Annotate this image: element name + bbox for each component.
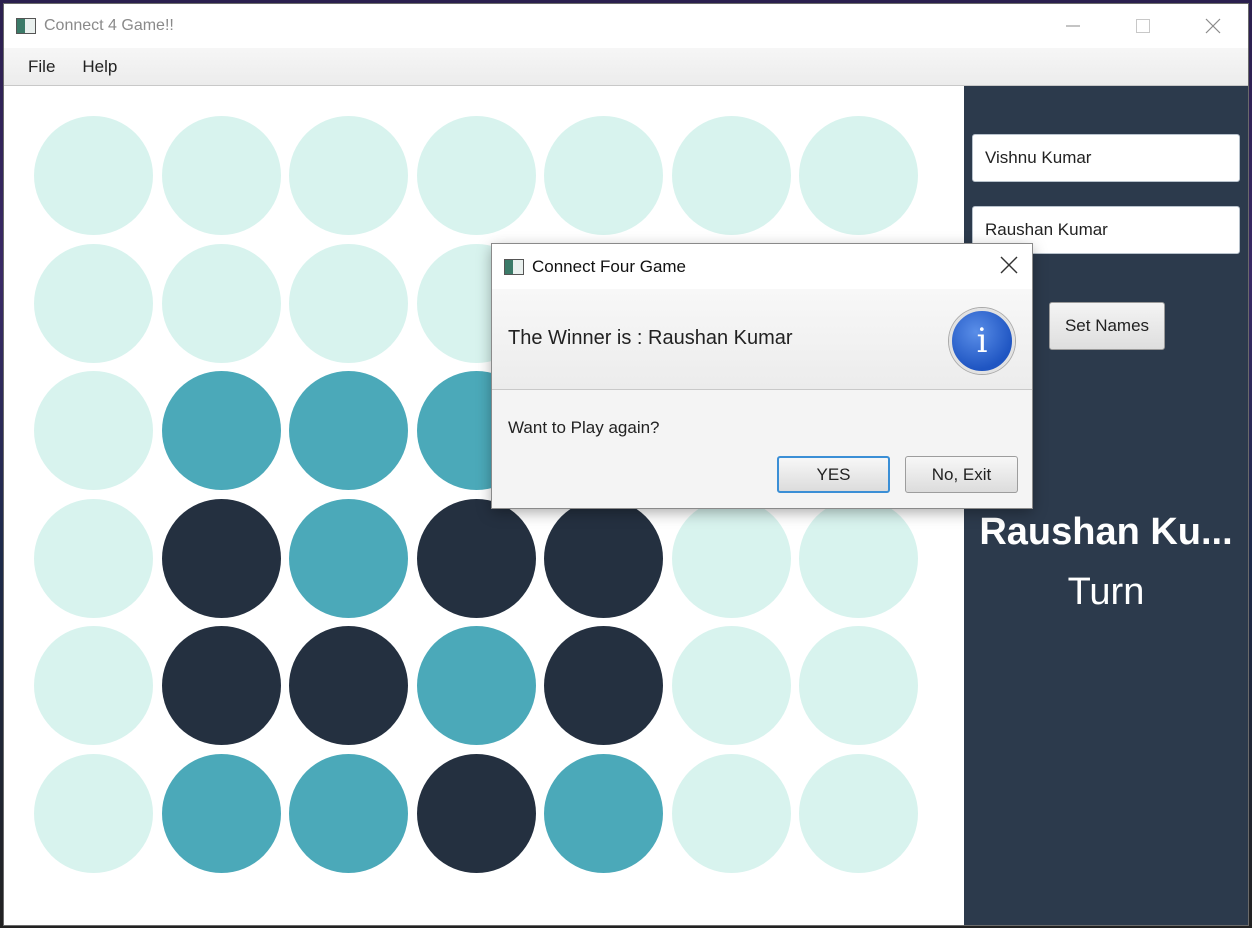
dialog-app-icon xyxy=(504,258,524,275)
empty-slot[interactable] xyxy=(34,626,153,745)
close-icon xyxy=(1000,256,1018,274)
dialog-close-button[interactable] xyxy=(1000,254,1018,280)
player-two-disc[interactable] xyxy=(161,753,281,873)
empty-slot[interactable] xyxy=(34,116,153,235)
player-one-disc[interactable] xyxy=(289,626,408,745)
dialog-titlebar: Connect Four Game xyxy=(492,244,1032,289)
empty-slot[interactable] xyxy=(289,243,408,363)
empty-slot[interactable] xyxy=(416,116,536,235)
player-one-disc[interactable] xyxy=(161,498,281,618)
player-two-disc[interactable] xyxy=(289,753,408,873)
close-icon xyxy=(1205,18,1221,34)
winner-dialog: Connect Four Game The Winner is : Rausha… xyxy=(492,244,1032,508)
no-exit-button[interactable]: No, Exit xyxy=(905,456,1018,493)
turn-label: Turn xyxy=(1067,571,1145,613)
empty-slot[interactable] xyxy=(671,753,791,873)
empty-slot[interactable] xyxy=(671,626,791,745)
empty-slot[interactable] xyxy=(799,498,918,618)
menu-bar: File Help xyxy=(4,48,1248,86)
player-one-disc[interactable] xyxy=(416,498,536,618)
winner-message: The Winner is : Raushan Kumar xyxy=(508,327,793,349)
window-titlebar: Connect 4 Game!! xyxy=(4,4,1248,48)
minimize-button[interactable] xyxy=(1038,4,1108,48)
empty-slot[interactable] xyxy=(34,371,153,490)
minimize-icon xyxy=(1066,25,1080,27)
dialog-header: The Winner is : Raushan Kumar i xyxy=(492,289,1032,390)
empty-slot[interactable] xyxy=(544,116,663,235)
app-icon xyxy=(16,18,36,34)
empty-slot[interactable] xyxy=(799,753,918,873)
player-one-disc[interactable] xyxy=(161,626,281,745)
player-one-disc[interactable] xyxy=(544,626,663,745)
window-controls xyxy=(1038,4,1248,48)
empty-slot[interactable] xyxy=(161,243,281,363)
empty-slot[interactable] xyxy=(671,116,791,235)
dialog-title: Connect Four Game xyxy=(532,256,687,276)
empty-slot[interactable] xyxy=(799,626,918,745)
info-icon: i xyxy=(949,308,1015,374)
empty-slot[interactable] xyxy=(799,116,918,235)
player-two-disc[interactable] xyxy=(544,753,663,873)
empty-slot[interactable] xyxy=(34,243,153,363)
window-title: Connect 4 Game!! xyxy=(44,17,174,34)
menu-help[interactable]: Help xyxy=(69,57,130,77)
yes-button[interactable]: YES xyxy=(777,456,890,493)
player-two-disc[interactable] xyxy=(289,371,408,490)
player-one-name-input[interactable] xyxy=(972,134,1240,182)
empty-slot[interactable] xyxy=(161,116,281,235)
player-one-disc[interactable] xyxy=(416,753,536,873)
player-two-disc[interactable] xyxy=(416,626,536,745)
empty-slot[interactable] xyxy=(34,753,153,873)
empty-slot[interactable] xyxy=(34,498,153,618)
maximize-button[interactable] xyxy=(1108,4,1178,48)
current-player-name: Raushan Ku... xyxy=(979,511,1233,553)
player-two-disc[interactable] xyxy=(289,498,408,618)
empty-slot[interactable] xyxy=(289,116,408,235)
menu-file[interactable]: File xyxy=(15,57,68,77)
set-names-button[interactable]: Set Names xyxy=(1049,302,1165,350)
maximize-icon xyxy=(1136,19,1150,33)
close-button[interactable] xyxy=(1178,4,1248,48)
player-one-disc[interactable] xyxy=(544,498,663,618)
play-again-prompt: Want to Play again? xyxy=(508,418,660,437)
empty-slot[interactable] xyxy=(671,498,791,618)
player-two-disc[interactable] xyxy=(161,371,281,490)
